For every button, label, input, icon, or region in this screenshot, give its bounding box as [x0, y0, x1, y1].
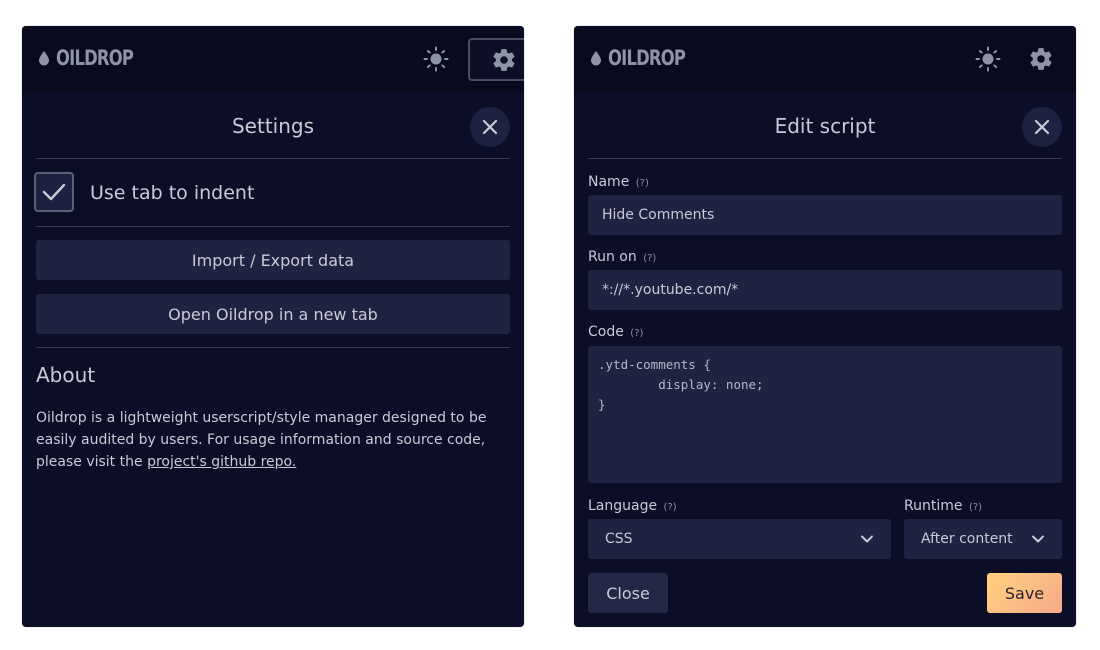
use-tab-indent-label: Use tab to indent: [90, 182, 255, 204]
divider: [588, 158, 1062, 159]
name-help-hint[interactable]: (?): [636, 178, 649, 189]
about-text: Oildrop is a lightweight userscript/styl…: [36, 407, 496, 473]
oil-drop-icon: [39, 51, 49, 66]
run-on-label-text: Run on: [588, 249, 637, 265]
oil-drop-icon: [591, 51, 601, 66]
brand-name: OILDROP: [56, 46, 134, 70]
runtime-label-text: Runtime: [904, 498, 963, 514]
brand-logo: OILDROP: [590, 46, 707, 70]
close-icon: [1034, 119, 1050, 135]
panel-title: Settings: [231, 114, 315, 138]
brand-name: OILDROP: [608, 46, 686, 70]
name-label-text: Name: [588, 174, 630, 190]
top-bar: OILDROP: [574, 26, 1076, 93]
divider: [36, 347, 510, 348]
save-button[interactable]: Save: [987, 573, 1062, 613]
theme-toggle-button[interactable]: [415, 38, 457, 80]
divider: [36, 226, 510, 227]
import-export-button[interactable]: Import / Export data: [36, 240, 510, 280]
language-label: Language (?): [588, 498, 677, 514]
name-input-value: Hide Comments: [602, 207, 715, 223]
sun-icon: [423, 46, 449, 72]
run-on-input[interactable]: *://*.youtube.com/*: [588, 270, 1062, 310]
language-help-hint[interactable]: (?): [664, 502, 677, 513]
run-on-help-hint[interactable]: (?): [643, 253, 656, 264]
code-label: Code (?): [588, 324, 643, 340]
gear-icon: [492, 48, 515, 71]
settings-button[interactable]: [1020, 38, 1062, 80]
close-button[interactable]: Close: [588, 573, 668, 613]
brand-logo: OILDROP: [38, 46, 155, 70]
use-tab-indent-checkbox[interactable]: [34, 172, 74, 212]
language-select-value: CSS: [605, 531, 633, 547]
theme-toggle-button[interactable]: [967, 38, 1009, 80]
settings-button[interactable]: [468, 38, 524, 81]
settings-panel: OILDROP Settings Use tab to indent Impor…: [22, 26, 524, 627]
chevron-down-icon: [861, 535, 873, 543]
language-select[interactable]: CSS: [588, 519, 891, 559]
open-new-tab-button[interactable]: Open Oildrop in a new tab: [36, 294, 510, 334]
code-label-text: Code: [588, 324, 624, 340]
divider: [36, 158, 510, 159]
code-editor[interactable]: .ytd-comments { display: none; }: [588, 346, 1062, 483]
language-label-text: Language: [588, 498, 658, 514]
close-editor-button[interactable]: [1022, 107, 1062, 147]
runtime-select[interactable]: After content: [904, 519, 1062, 559]
gear-icon: [1030, 48, 1052, 70]
run-on-input-value: *://*.youtube.com/*: [602, 282, 739, 298]
sun-icon: [975, 46, 1001, 72]
close-settings-button[interactable]: [470, 107, 510, 147]
close-icon: [482, 119, 498, 135]
runtime-label: Runtime (?): [904, 498, 982, 514]
about-heading: About: [36, 363, 96, 387]
panel-title: Edit script: [774, 114, 876, 138]
top-bar: OILDROP: [22, 26, 524, 93]
github-repo-link[interactable]: project's github repo.: [147, 454, 296, 470]
name-label: Name (?): [588, 174, 649, 190]
code-help-hint[interactable]: (?): [630, 328, 643, 339]
chevron-down-icon: [1032, 535, 1044, 543]
run-on-label: Run on (?): [588, 249, 656, 265]
edit-script-panel: OILDROP Edit script Name (?) Hide Commen…: [574, 26, 1076, 627]
checkmark-icon: [42, 183, 66, 201]
runtime-select-value: After content: [921, 531, 1013, 547]
name-input[interactable]: Hide Comments: [588, 195, 1062, 235]
runtime-help-hint[interactable]: (?): [969, 502, 982, 513]
